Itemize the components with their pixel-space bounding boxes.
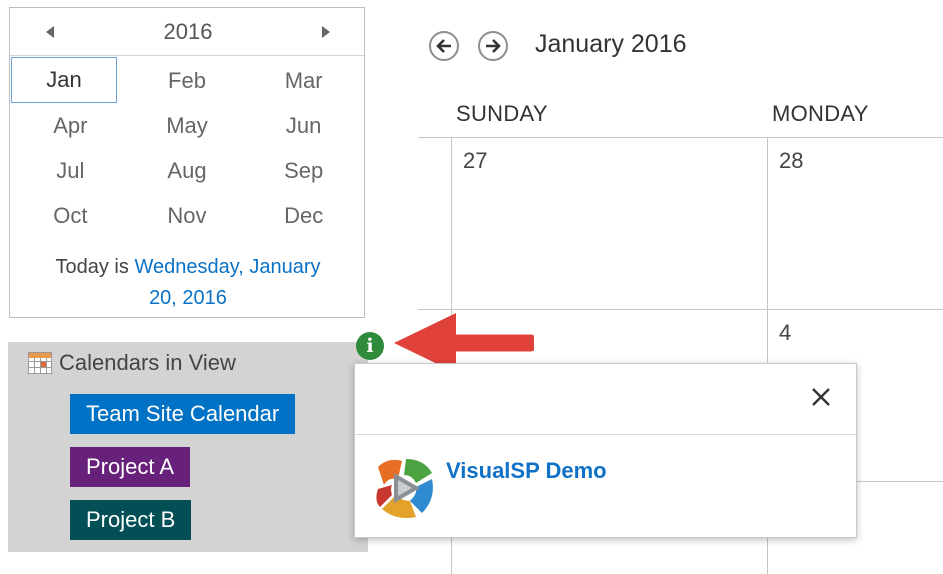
- calendars-in-view-panel: Calendars in View Team Site Calendar Pro…: [8, 342, 368, 552]
- today-prefix: Today is: [55, 256, 129, 278]
- month-picker: 2016 Jan Feb Mar Apr May Jun Jul Aug Sep…: [9, 7, 365, 318]
- calendar-month-title: January 2016: [535, 30, 687, 58]
- next-month-button[interactable]: [478, 31, 508, 61]
- month-feb[interactable]: Feb: [129, 58, 246, 103]
- month-apr[interactable]: Apr: [12, 103, 129, 148]
- month-may[interactable]: May: [129, 103, 246, 148]
- month-dec[interactable]: Dec: [245, 193, 362, 238]
- calendar-tag-team-site[interactable]: Team Site Calendar: [70, 394, 296, 434]
- callout-divider: [355, 434, 856, 435]
- month-oct[interactable]: Oct: [12, 193, 129, 238]
- today-date-link[interactable]: Wednesday, January 20, 2016: [134, 256, 320, 309]
- callout-item-link[interactable]: VisualSP Demo: [446, 458, 607, 484]
- previous-year-icon[interactable]: [46, 25, 54, 38]
- month-sep[interactable]: Sep: [245, 148, 362, 193]
- today-date-line1: Wednesday, January: [134, 256, 321, 278]
- grid-line: [856, 481, 943, 482]
- calendar-tag-project-b[interactable]: Project B: [70, 500, 192, 540]
- callout-popup: VisualSP Demo: [354, 363, 857, 538]
- arrow-right-icon: [486, 39, 501, 53]
- grid-line: [418, 137, 943, 138]
- next-year-icon[interactable]: [321, 25, 330, 38]
- today-label: Today is Wednesday, January 20, 2016: [20, 252, 356, 314]
- calendars-panel-header: Calendars in View: [28, 350, 236, 376]
- calendar-tag-project-a[interactable]: Project A: [70, 447, 191, 487]
- month-jun[interactable]: Jun: [245, 103, 362, 148]
- month-mar[interactable]: Mar: [245, 58, 362, 103]
- month-jan[interactable]: Jan: [11, 57, 117, 103]
- close-icon[interactable]: [810, 386, 832, 408]
- today-date-line2: 20, 2016: [149, 287, 227, 309]
- day-number-28[interactable]: 28: [779, 148, 803, 174]
- month-jul[interactable]: Jul: [12, 148, 129, 193]
- picker-year: 2016: [163, 18, 213, 44]
- picker-header: 2016: [10, 8, 364, 56]
- visualsp-logo-icon: [376, 459, 433, 518]
- month-nov[interactable]: Nov: [129, 193, 246, 238]
- grid-line: [418, 309, 943, 310]
- calendars-panel-title: Calendars in View: [59, 350, 236, 375]
- arrow-left-icon: [436, 39, 451, 53]
- day-number-4[interactable]: 4: [779, 320, 791, 346]
- info-icon[interactable]: i: [356, 332, 384, 360]
- month-grid: Jan Feb Mar Apr May Jun Jul Aug Sep Oct …: [11, 57, 362, 238]
- previous-month-button[interactable]: [429, 31, 459, 61]
- calendar-icon: [28, 352, 52, 374]
- day-header-sunday: SUNDAY: [456, 101, 548, 126]
- month-aug[interactable]: Aug: [129, 148, 246, 193]
- day-number-27[interactable]: 27: [463, 148, 487, 174]
- day-header-monday: MONDAY: [772, 101, 869, 126]
